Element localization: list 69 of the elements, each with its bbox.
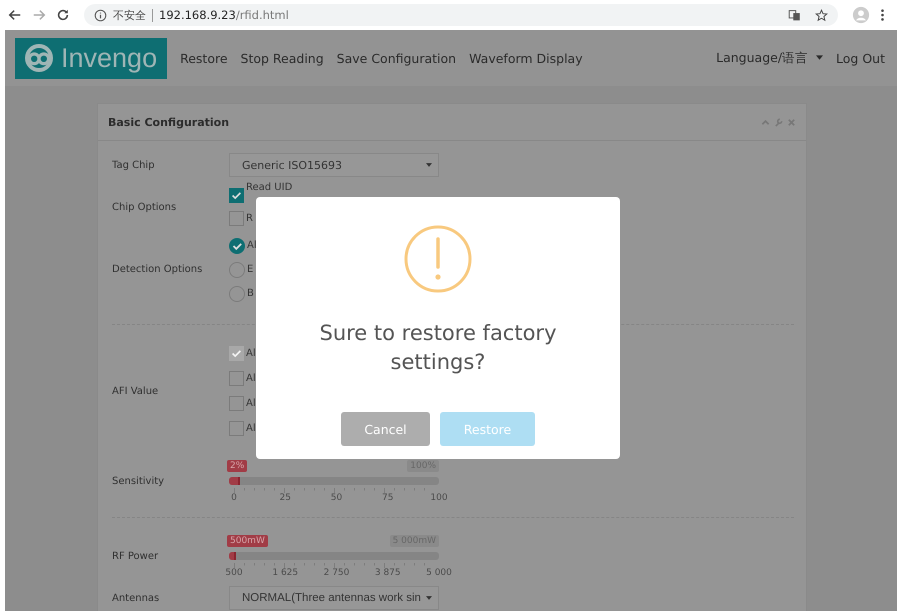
antennas-select[interactable]: NORMAL(Three antennas work sin [229, 586, 439, 610]
warning-icon [404, 225, 472, 293]
field-label: Chip Options [112, 202, 178, 212]
slider-track[interactable] [229, 477, 439, 485]
option-label: R [246, 213, 253, 224]
caret-icon [426, 163, 432, 167]
tag-chip-select[interactable]: Generic ISO15693 [229, 153, 439, 177]
tick-label: 5 000 [425, 568, 453, 578]
checkbox[interactable] [229, 188, 244, 203]
tick-label: 0 [230, 493, 238, 503]
collapse-icon[interactable] [761, 118, 770, 126]
logo[interactable]: Invengo [15, 38, 168, 78]
tick-label: 25 [278, 493, 292, 503]
translate-icon[interactable] [788, 8, 801, 22]
slider-handle[interactable] [229, 477, 240, 485]
option-label: Al [247, 240, 257, 251]
nav-link[interactable]: Stop Reading [240, 50, 324, 66]
address-bar[interactable]: 不安全 192.168.9.23/rfid.html [84, 4, 838, 26]
close-icon[interactable] [787, 118, 796, 126]
menu-icon[interactable] [880, 8, 885, 22]
language-menu[interactable]: Language/语言 [716, 50, 824, 66]
checkbox[interactable] [229, 421, 244, 436]
tick-label: 3 875 [374, 568, 402, 578]
url-text: 192.168.9.23/rfid.html [159, 8, 289, 22]
nav-link[interactable]: Waveform Display [469, 50, 583, 66]
slider-track[interactable] [229, 552, 439, 560]
wrench-icon[interactable] [774, 118, 783, 126]
option-label: Al [246, 373, 256, 384]
back-icon[interactable] [8, 8, 22, 22]
checkbox[interactable] [229, 371, 244, 386]
avatar-icon[interactable] [852, 6, 870, 24]
slider-handle[interactable] [229, 552, 236, 560]
option-label: Al [246, 423, 256, 434]
tick-label: 100 [429, 493, 449, 503]
forward-icon[interactable] [32, 8, 46, 22]
tick-label: 2 750 [322, 568, 350, 578]
option-label: Al [246, 398, 256, 409]
panel-title: Basic Configuration [108, 116, 230, 128]
radio-button[interactable] [229, 238, 245, 254]
security-label: 不安全 [113, 8, 146, 22]
field-label: Detection Options [112, 264, 204, 275]
field-label: AFI Value [112, 386, 160, 396]
option-label: Al [246, 348, 256, 359]
info-icon[interactable] [94, 8, 107, 22]
option-label: E [247, 264, 254, 275]
tick-label: 500 [224, 568, 244, 578]
reload-icon[interactable] [56, 8, 70, 22]
checkbox[interactable] [229, 396, 244, 411]
field-label: Tag Chip [112, 160, 156, 170]
star-icon[interactable] [815, 8, 828, 22]
option-label: Read UID [246, 182, 292, 193]
caret-icon [426, 596, 432, 600]
dialog-message: Sure to restore factory settings? [318, 320, 558, 376]
field-label: Sensitivity [112, 476, 166, 486]
nav-link[interactable]: Save Configuration [336, 50, 456, 66]
value-bubble: 500mW [227, 535, 268, 547]
field-label: RF Power [112, 550, 160, 562]
caret-icon [816, 54, 824, 60]
tick-label: 50 [330, 493, 344, 503]
tick-label: 75 [381, 493, 394, 503]
option-label: B [247, 288, 254, 299]
logout-link[interactable]: Log Out [836, 50, 885, 66]
tick-label: 1 625 [271, 568, 300, 578]
value-bubble: 2% [227, 460, 248, 472]
radio-button[interactable] [229, 262, 245, 278]
checkbox[interactable] [229, 211, 244, 226]
field-label: Antennas [112, 592, 160, 604]
radio-button[interactable] [229, 286, 245, 302]
nav-link[interactable]: Restore [180, 50, 228, 66]
